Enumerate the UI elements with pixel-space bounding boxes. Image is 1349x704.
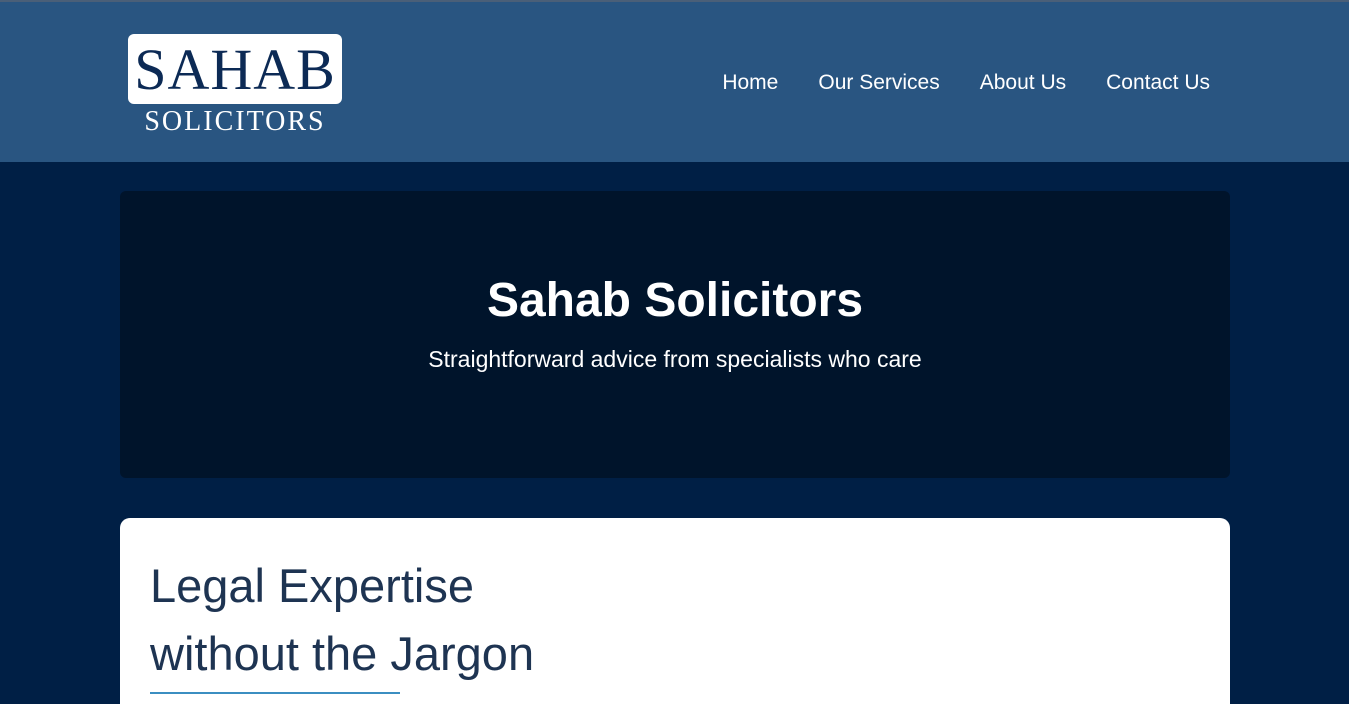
intro-heading-line-1: Legal Expertise bbox=[150, 559, 474, 612]
logo-sub-text: SOLICITORS bbox=[144, 106, 326, 137]
intro-heading: Legal Expertise without the Jargon bbox=[150, 552, 534, 688]
nav-contact-us[interactable]: Contact Us bbox=[1106, 70, 1210, 95]
intro-heading-line-2: without the Jargon bbox=[150, 627, 535, 680]
heading-underline bbox=[150, 692, 400, 694]
main-nav: Home Our Services About Us Contact Us bbox=[722, 70, 1210, 95]
nav-our-services[interactable]: Our Services bbox=[818, 70, 939, 95]
nav-home[interactable]: Home bbox=[722, 70, 778, 95]
hero-banner: Sahab Solicitors Straightforward advice … bbox=[120, 191, 1230, 478]
hero-title: Sahab Solicitors bbox=[486, 274, 864, 327]
nav-about-us[interactable]: About Us bbox=[980, 70, 1066, 95]
logo-box: SAHAB bbox=[128, 34, 342, 104]
logo[interactable]: SAHAB SOLICITORS bbox=[128, 34, 342, 138]
logo-main-text: SAHAB bbox=[134, 37, 336, 102]
intro-card: Legal Expertise without the Jargon bbox=[120, 518, 1230, 704]
hero-tagline: Straightforward advice from specialists … bbox=[428, 346, 922, 372]
site-header: SAHAB SOLICITORS Home Our Services About… bbox=[0, 2, 1349, 162]
